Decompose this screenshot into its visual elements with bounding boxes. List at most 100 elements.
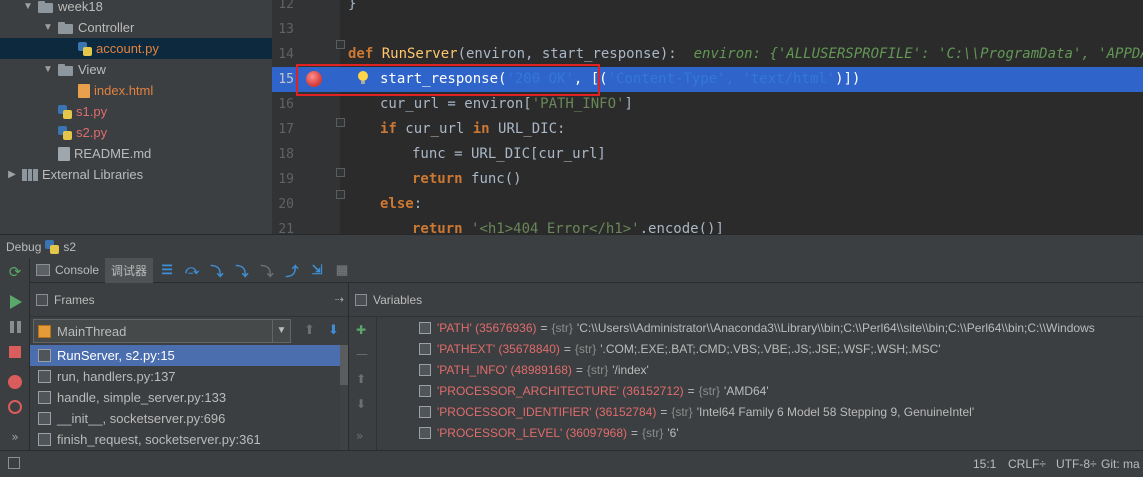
variable-row[interactable]: 'PROCESSOR_IDENTIFIER' (36152784) = {str} '… xyxy=(419,401,1143,422)
thread-select[interactable]: MainThread ▼ xyxy=(33,319,291,343)
python-file-icon xyxy=(58,104,72,119)
show-execution-point-icon[interactable]: ☰ xyxy=(156,260,178,280)
frame-item[interactable]: finish_request, socketserver.py:361 xyxy=(30,429,340,450)
variables-panel: Variables ✚ — ⬆ ⬇ » 'PATH' (35676936) = {s… xyxy=(349,283,1143,450)
code-line[interactable]: 13 xyxy=(272,17,1143,42)
tree-item[interactable]: index.html xyxy=(0,80,272,101)
step-out-icon[interactable]: ⤴ xyxy=(281,260,303,280)
code-text[interactable]: } xyxy=(348,0,356,17)
code-token: } xyxy=(348,0,357,12)
chevron-down-icon[interactable]: ▼ xyxy=(22,1,34,12)
step-over-icon[interactable]: ⤼ xyxy=(181,260,203,280)
step-into-icon[interactable]: ⤵ xyxy=(206,260,228,280)
move-down-icon[interactable]: ⬇ xyxy=(356,397,366,411)
tree-item[interactable]: ▼ week18 xyxy=(0,0,272,17)
variable-icon xyxy=(419,384,431,397)
console-icon xyxy=(36,264,50,276)
frame-label: run, handlers.py:137 xyxy=(57,369,176,384)
variable-row[interactable]: 'PATHEXT' (35678840) = {str} '.COM;.EXE;.BA… xyxy=(419,338,1143,359)
line-number[interactable]: 16 xyxy=(272,92,294,117)
code-line[interactable]: 21 return '<h1>404 Error</h1>'.encode()] xyxy=(272,217,1143,234)
variable-equals: = xyxy=(660,404,668,419)
line-separator[interactable]: CRLF÷ xyxy=(1008,457,1046,471)
fold-marker-icon[interactable] xyxy=(336,40,345,49)
vcs-branch[interactable]: Git: ma xyxy=(1101,457,1140,471)
run-to-cursor-icon[interactable]: ⇲ xyxy=(306,260,328,280)
file-encoding[interactable]: UTF-8÷ xyxy=(1056,457,1097,471)
line-number[interactable]: 17 xyxy=(272,117,294,142)
variable-name: 'PROCESSOR_ARCHITECTURE' (36152712) xyxy=(437,383,684,398)
variable-row[interactable]: 'PROCESSOR_LEVEL' (36097968) = {str} '6' xyxy=(419,422,1143,443)
html-file-icon xyxy=(78,83,90,98)
code-text[interactable]: func = URL_DIC[cur_url] xyxy=(412,142,606,167)
pin-icon[interactable]: ⇢ xyxy=(335,293,344,306)
fold-marker-icon[interactable] xyxy=(336,118,345,127)
code-text[interactable]: else: xyxy=(380,192,422,217)
chevron-right-icon[interactable]: ▶ xyxy=(6,169,18,180)
tree-item[interactable]: s2.py xyxy=(0,122,272,143)
debug-toolbar: Console 调试器 ☰ ⤼ ⤵ ⤵ ⤵ ⤴ ⇲ ▦ xyxy=(30,257,1143,283)
chevron-down-icon[interactable]: ▼ xyxy=(42,22,54,33)
variable-row[interactable]: 'PATH' (35676936) = {str} 'C:\\Users\\Admin… xyxy=(419,317,1143,338)
code-editor[interactable]: 12} 13 14 def RunServer(environ, start_resp… xyxy=(272,0,1143,234)
frames-scrollbar[interactable] xyxy=(340,345,348,450)
code-line[interactable]: 12} xyxy=(272,0,1143,17)
new-watch-icon[interactable]: ✚ xyxy=(356,323,366,337)
frame-item[interactable]: __init__, socketserver.py:696 xyxy=(30,408,340,429)
previous-frame-icon[interactable]: ⬆ xyxy=(304,323,315,338)
variable-row[interactable]: 'PROCESSOR_ARCHITECTURE' (36152712) = {str… xyxy=(419,380,1143,401)
chevron-down-icon[interactable]: ▼ xyxy=(42,64,54,75)
code-text[interactable]: if cur_url in URL_DIC: xyxy=(380,117,565,142)
line-number[interactable]: 14 xyxy=(272,42,294,67)
frame-item[interactable]: RunServer, s2.py:15 xyxy=(30,345,340,366)
move-up-icon[interactable]: ⬆ xyxy=(356,372,366,386)
tree-item-label: Controller xyxy=(78,20,135,35)
tree-item[interactable]: s1.py xyxy=(0,101,272,122)
line-number[interactable]: 20 xyxy=(272,192,294,217)
more-icon[interactable]: » xyxy=(356,429,363,443)
tool-windows-toggle-icon[interactable] xyxy=(8,457,20,469)
tab-debugger[interactable]: 调试器 xyxy=(105,257,154,283)
chevron-down-icon[interactable]: ▼ xyxy=(272,320,290,342)
line-number[interactable]: 19 xyxy=(272,167,294,192)
more-actions-icon[interactable]: » xyxy=(7,430,23,446)
frame-item[interactable]: handle, simple_server.py:133 xyxy=(30,387,340,408)
rerun-icon[interactable]: ⟳ xyxy=(7,264,23,280)
tree-item[interactable]: README.md xyxy=(0,143,272,164)
code-token: URL_DIC: xyxy=(498,121,566,137)
code-text[interactable]: return func() xyxy=(412,167,522,192)
step-into-my-code-icon[interactable]: ⤵ xyxy=(231,260,253,280)
line-number[interactable]: 18 xyxy=(272,142,294,167)
view-breakpoints-icon[interactable] xyxy=(8,375,22,389)
line-number[interactable]: 13 xyxy=(272,17,294,42)
fold-marker-icon[interactable] xyxy=(336,190,345,199)
caret-position[interactable]: 15:1 xyxy=(973,457,996,471)
tree-item[interactable]: account.py xyxy=(0,38,272,59)
remove-watch-icon[interactable]: — xyxy=(356,347,368,361)
tab-console[interactable]: Console xyxy=(30,258,105,283)
fold-marker-icon[interactable] xyxy=(336,168,345,177)
mute-breakpoints-icon[interactable] xyxy=(8,400,22,414)
tree-item[interactable]: ▼ Controller xyxy=(0,17,272,38)
tree-item[interactable]: ▼ View xyxy=(0,59,272,80)
force-step-into-icon[interactable]: ⤵ xyxy=(256,260,278,280)
resume-program-icon[interactable] xyxy=(10,295,22,309)
code-line[interactable]: 20 else: xyxy=(272,192,1143,217)
line-number[interactable]: 15 xyxy=(272,67,294,92)
code-text[interactable]: return '<h1>404 Error</h1>'.encode()] xyxy=(412,217,724,234)
code-line[interactable]: 18 func = URL_DIC[cur_url] xyxy=(272,142,1143,167)
variable-row[interactable]: 'PATH_INFO' (48989168) = {str} '/index' xyxy=(419,359,1143,380)
line-number[interactable]: 12 xyxy=(272,0,294,17)
pause-program-icon[interactable] xyxy=(7,319,23,335)
code-line[interactable]: 17 if cur_url in URL_DIC: xyxy=(272,117,1143,142)
evaluate-expression-icon[interactable]: ▦ xyxy=(331,260,353,280)
frame-item[interactable]: run, handlers.py:137 xyxy=(30,366,340,387)
stop-icon[interactable] xyxy=(9,346,21,358)
project-tree[interactable]: ▼ week18 ▼ Controller account.py ▼ View index.h… xyxy=(0,0,272,234)
next-frame-icon[interactable]: ⬇ xyxy=(328,323,339,338)
frames-scrollbar-thumb[interactable] xyxy=(340,345,348,385)
code-token: ] xyxy=(624,96,633,112)
tree-item[interactable]: ▶ External Libraries xyxy=(0,164,272,185)
code-line[interactable]: 19 return func() xyxy=(272,167,1143,192)
line-number[interactable]: 21 xyxy=(272,217,294,234)
